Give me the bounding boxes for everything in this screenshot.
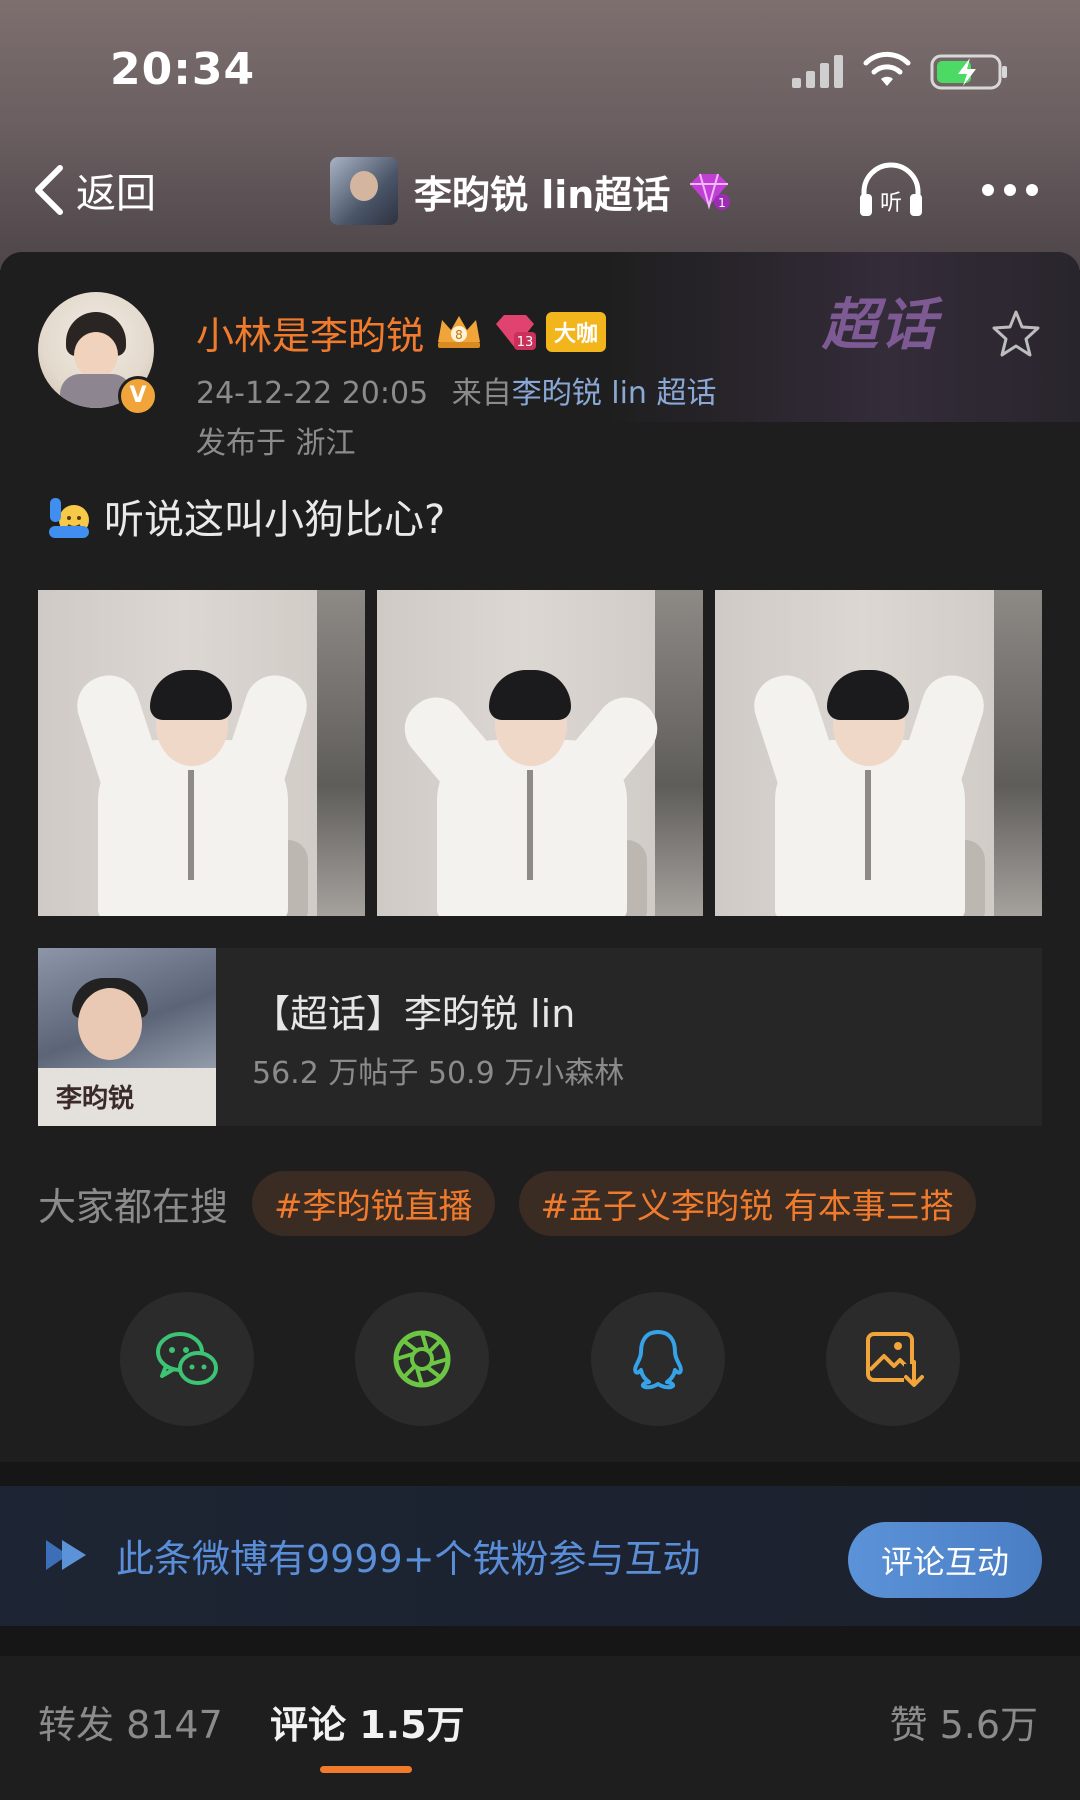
trending-tag[interactable]: #孟子义李昀锐 有本事三搭 <box>518 1170 976 1236</box>
avatar-face <box>74 332 118 378</box>
section-divider <box>0 1462 1080 1486</box>
svg-text:听: 听 <box>880 191 902 216</box>
save-image-button[interactable] <box>825 1292 960 1426</box>
trending-tag[interactable]: #李昀锐直播 <box>252 1170 495 1236</box>
photo-wall <box>994 590 1043 916</box>
photo-zipper <box>865 770 872 880</box>
chevron-left-icon <box>35 165 63 215</box>
comment-interact-button[interactable]: 评论互动 <box>848 1522 1042 1598</box>
post-photo[interactable] <box>715 590 1043 916</box>
section-divider <box>0 1626 1080 1656</box>
nav-bar: 返回 李昀锐 lin超话 1 听 <box>0 150 1080 230</box>
author-name[interactable]: 小林是李昀锐 <box>196 305 424 360</box>
photo-hair <box>150 670 232 720</box>
trending-searches: 大家都在搜 #李昀锐直播 #孟子义李昀锐 有本事三搭 <box>38 1170 976 1236</box>
supertopic-stats: 56.2 万帖子 50.9 万小森林 <box>252 1055 625 1091</box>
source-link[interactable]: 李昀锐 lin 超话 <box>512 376 717 411</box>
post-photo[interactable] <box>376 590 704 916</box>
photo-wall <box>316 590 365 916</box>
tab-repost[interactable]: 转发 8147 <box>38 1694 223 1749</box>
trending-label: 大家都在搜 <box>38 1184 229 1229</box>
svg-text:8: 8 <box>455 328 463 342</box>
cellular-signal-icon <box>792 55 843 88</box>
dakai-badge: 大咖 <box>546 312 607 352</box>
play-arrows-icon <box>46 1540 86 1570</box>
tab-comment[interactable]: 评论 1.5万 <box>270 1694 465 1749</box>
moments-icon <box>393 1330 451 1388</box>
post-photo[interactable] <box>38 590 365 916</box>
share-row <box>120 1292 960 1426</box>
photo-hair <box>488 670 571 720</box>
share-wechat-button[interactable] <box>120 1292 254 1426</box>
photo-wall <box>655 590 704 916</box>
more-dot-icon <box>1004 184 1016 196</box>
listen-icon[interactable]: 听 <box>856 158 926 222</box>
thumb-caption: 李昀锐 <box>56 1084 135 1114</box>
battery-charging-icon <box>930 54 1007 90</box>
supertopic-title: 【超话】李昀锐 lin <box>252 991 576 1036</box>
banner-text: 此条微博有9999+个铁粉参与互动 <box>116 1537 701 1581</box>
crown-level-icon: 8 <box>438 316 481 348</box>
share-moments-button[interactable] <box>355 1292 490 1426</box>
thumb-face <box>78 988 142 1060</box>
svg-text:13: 13 <box>517 335 534 350</box>
fans-interaction-banner: 此条微博有9999+个铁粉参与互动 评论互动 <box>0 1486 1080 1626</box>
supertopic-header[interactable]: 李昀锐 lin超话 1 <box>330 156 732 226</box>
wifi-icon <box>863 51 911 86</box>
star-icon[interactable] <box>990 308 1042 360</box>
supertopic-watermark: 超话 <box>822 293 938 358</box>
diamond-level-icon: 1 <box>690 173 731 210</box>
post-body: 听说这叫小狗比心? <box>46 488 445 544</box>
supertopic-avatar <box>330 157 398 225</box>
back-button[interactable]: 返回 <box>30 158 156 222</box>
wechat-icon <box>156 1332 218 1385</box>
supertopic-card[interactable]: 李昀锐 【超话】李昀锐 lin 56.2 万帖子 50.9 万小森林 <box>38 948 1042 1126</box>
supertopic-thumbnail: 李昀锐 <box>38 948 216 1126</box>
verified-badge-icon: V <box>118 376 158 416</box>
source-prefix: 来自 <box>451 376 512 411</box>
page-title: 李昀锐 lin超话 <box>414 172 671 217</box>
fan-level-icon: 13 <box>496 315 537 350</box>
tab-like[interactable]: 赞 5.6万 <box>889 1694 1038 1749</box>
photo-zipper <box>526 770 533 880</box>
active-tab-indicator <box>320 1766 412 1773</box>
post-text: 听说这叫小狗比心? <box>104 497 446 543</box>
back-label: 返回 <box>76 171 156 217</box>
qq-icon <box>632 1330 683 1390</box>
raise-hand-emoji-icon <box>49 498 89 538</box>
photo-grid <box>38 590 1043 916</box>
more-dot-icon <box>1026 184 1038 196</box>
supertopic-info: 【超话】李昀锐 lin 56.2 万帖子 50.9 万小森林 <box>216 983 624 1092</box>
share-qq-button[interactable] <box>590 1292 725 1426</box>
engagement-tabs: 转发 8147 评论 1.5万 赞 5.6万 <box>0 1656 1080 1800</box>
photo-zipper <box>188 770 194 880</box>
status-time: 20:34 <box>110 44 256 95</box>
status-bar: 20:34 <box>0 0 1080 150</box>
photo-hair <box>827 670 910 720</box>
more-options-button[interactable] <box>978 170 1042 210</box>
more-dot-icon <box>982 184 994 196</box>
post-meta: 24-12-22 20:05 来自李昀锐 lin 超话 <box>196 368 716 412</box>
save-image-icon <box>865 1332 924 1388</box>
author-row: 小林是李昀锐 8 13 大咖 <box>196 305 607 360</box>
post-location: 发布于 浙江 <box>196 426 356 461</box>
svg-text:1: 1 <box>719 196 727 210</box>
post-date: 24-12-22 20:05 <box>196 376 429 411</box>
